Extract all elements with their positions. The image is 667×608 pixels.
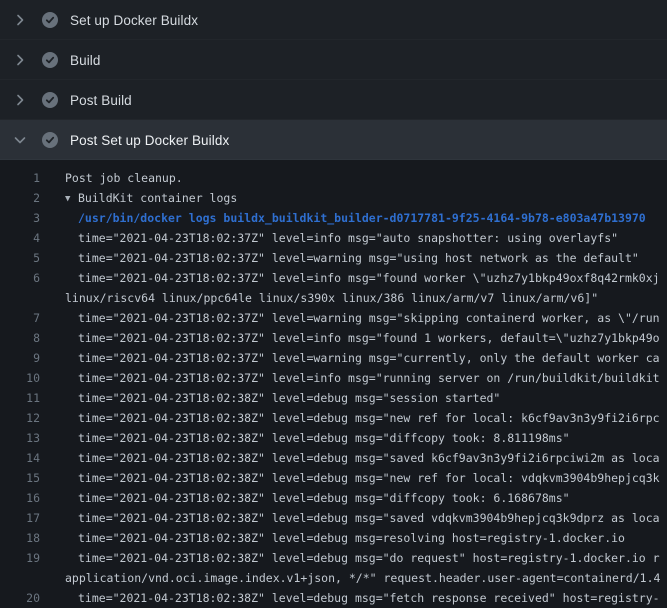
step-header-post-set-up-docker-buildx[interactable]: Post Set up Docker Buildx bbox=[0, 120, 667, 160]
log-command-text: /usr/bin/docker logs buildx_buildkit_bui… bbox=[65, 208, 646, 228]
log-line: 4 time="2021-04-23T18:02:37Z" level=info … bbox=[0, 228, 667, 248]
log-text: time="2021-04-23T18:02:38Z" level=debug … bbox=[65, 588, 660, 608]
step-label: Post Set up Docker Buildx bbox=[70, 133, 229, 148]
log-line: 7 time="2021-04-23T18:02:37Z" level=warni… bbox=[0, 308, 667, 328]
log-line: 13 time="2021-04-23T18:02:38Z" level=debu… bbox=[0, 428, 667, 448]
log-text: time="2021-04-23T18:02:38Z" level=debug … bbox=[65, 528, 625, 548]
log-text: time="2021-04-23T18:02:37Z" level=info m… bbox=[65, 228, 618, 248]
step-header-build[interactable]: Build bbox=[0, 40, 667, 80]
log-line-number[interactable]: 15 bbox=[0, 468, 40, 488]
log-line: linux/riscv64 linux/ppc64le linux/s390x … bbox=[0, 288, 667, 308]
log-line: application/vnd.oci.image.index.v1+json,… bbox=[0, 568, 667, 588]
log-line-number[interactable]: 14 bbox=[0, 448, 40, 468]
log-group-toggle[interactable]: ▼BuildKit container logs bbox=[65, 188, 237, 208]
step-header-post-build[interactable]: Post Build bbox=[0, 80, 667, 120]
log-line: 9 time="2021-04-23T18:02:37Z" level=warni… bbox=[0, 348, 667, 368]
step-label: Build bbox=[70, 53, 101, 68]
log-text-wrapped: application/vnd.oci.image.index.v1+json,… bbox=[65, 568, 660, 588]
log-line-number[interactable]: 16 bbox=[0, 488, 40, 508]
log-line-number[interactable]: 13 bbox=[0, 428, 40, 448]
log-line-number bbox=[0, 288, 40, 308]
log-line: 19 time="2021-04-23T18:02:38Z" level=debu… bbox=[0, 548, 667, 568]
check-circle-icon bbox=[42, 132, 58, 148]
log-line: 1 Post job cleanup. bbox=[0, 168, 667, 188]
log-text: time="2021-04-23T18:02:38Z" level=debug … bbox=[65, 428, 570, 448]
log-line-number[interactable]: 4 bbox=[0, 228, 40, 248]
log-text: time="2021-04-23T18:02:37Z" level=warnin… bbox=[65, 348, 660, 368]
log-line: 5 time="2021-04-23T18:02:37Z" level=warni… bbox=[0, 248, 667, 268]
log-line-number[interactable]: 18 bbox=[0, 528, 40, 548]
log-line-number[interactable]: 19 bbox=[0, 548, 40, 568]
log-line-number[interactable]: 7 bbox=[0, 308, 40, 328]
log-line: 15 time="2021-04-23T18:02:38Z" level=debu… bbox=[0, 468, 667, 488]
chevron-right-icon bbox=[12, 12, 28, 28]
log-line-number[interactable]: 6 bbox=[0, 268, 40, 288]
job-steps-list: Set up Docker Buildx Build Post Build Post … bbox=[0, 0, 667, 160]
log-text: time="2021-04-23T18:02:38Z" level=debug … bbox=[65, 448, 660, 468]
log-line: 16 time="2021-04-23T18:02:38Z" level=debu… bbox=[0, 488, 667, 508]
group-collapse-arrow-icon: ▼ bbox=[65, 189, 78, 209]
log-text: time="2021-04-23T18:02:38Z" level=debug … bbox=[65, 508, 660, 528]
log-line: 3/usr/bin/docker logs buildx_buildkit_bu… bbox=[0, 208, 667, 228]
log-text: time="2021-04-23T18:02:37Z" level=warnin… bbox=[65, 308, 660, 328]
log-text: time="2021-04-23T18:02:37Z" level=info m… bbox=[65, 268, 660, 288]
log-line: 11 time="2021-04-23T18:02:38Z" level=debu… bbox=[0, 388, 667, 408]
log-text: time="2021-04-23T18:02:37Z" level=warnin… bbox=[65, 248, 639, 268]
log-line: 10 time="2021-04-23T18:02:37Z" level=info… bbox=[0, 368, 667, 388]
log-text-wrapped: linux/riscv64 linux/ppc64le linux/s390x … bbox=[65, 288, 598, 308]
log-text: time="2021-04-23T18:02:38Z" level=debug … bbox=[65, 408, 660, 428]
step-label: Set up Docker Buildx bbox=[70, 13, 198, 28]
step-label: Post Build bbox=[70, 93, 132, 108]
step-header-set-up-docker-buildx[interactable]: Set up Docker Buildx bbox=[0, 0, 667, 40]
log-line: 20 time="2021-04-23T18:02:38Z" level=debu… bbox=[0, 588, 667, 608]
log-group-title: BuildKit container logs bbox=[78, 191, 237, 205]
log-text: time="2021-04-23T18:02:37Z" level=info m… bbox=[65, 368, 660, 388]
log-line-number[interactable]: 17 bbox=[0, 508, 40, 528]
log-line: 17 time="2021-04-23T18:02:38Z" level=debu… bbox=[0, 508, 667, 528]
log-line-number[interactable]: 5 bbox=[0, 248, 40, 268]
log-line-number[interactable]: 3 bbox=[0, 208, 40, 228]
log-line-number[interactable]: 1 bbox=[0, 168, 40, 188]
log-text: time="2021-04-23T18:02:37Z" level=info m… bbox=[65, 328, 660, 348]
log-line: 6 time="2021-04-23T18:02:37Z" level=info … bbox=[0, 268, 667, 288]
log-line-number[interactable]: 2 bbox=[0, 188, 40, 208]
log-line: 8 time="2021-04-23T18:02:37Z" level=info … bbox=[0, 328, 667, 348]
log-line-number[interactable]: 8 bbox=[0, 328, 40, 348]
log-text: time="2021-04-23T18:02:38Z" level=debug … bbox=[65, 488, 570, 508]
log-text: time="2021-04-23T18:02:38Z" level=debug … bbox=[65, 468, 660, 488]
chevron-right-icon bbox=[12, 52, 28, 68]
log-text: Post job cleanup. bbox=[65, 168, 183, 188]
check-circle-icon bbox=[42, 12, 58, 28]
log-line: 18 time="2021-04-23T18:02:38Z" level=debu… bbox=[0, 528, 667, 548]
log-line-number[interactable]: 9 bbox=[0, 348, 40, 368]
log-line-number[interactable]: 20 bbox=[0, 588, 40, 608]
step-log-viewer: 1 Post job cleanup. 2 ▼BuildKit container l… bbox=[0, 160, 667, 608]
log-line: 2 ▼BuildKit container logs bbox=[0, 188, 667, 208]
chevron-down-icon bbox=[12, 132, 28, 148]
log-line-number[interactable]: 12 bbox=[0, 408, 40, 428]
log-line-number[interactable]: 11 bbox=[0, 388, 40, 408]
log-line-number bbox=[0, 568, 40, 588]
log-text: time="2021-04-23T18:02:38Z" level=debug … bbox=[65, 548, 660, 568]
log-line: 14 time="2021-04-23T18:02:38Z" level=debu… bbox=[0, 448, 667, 468]
log-line-number[interactable]: 10 bbox=[0, 368, 40, 388]
check-circle-icon bbox=[42, 52, 58, 68]
check-circle-icon bbox=[42, 92, 58, 108]
chevron-right-icon bbox=[12, 92, 28, 108]
log-text: time="2021-04-23T18:02:38Z" level=debug … bbox=[65, 388, 500, 408]
log-line: 12 time="2021-04-23T18:02:38Z" level=debu… bbox=[0, 408, 667, 428]
